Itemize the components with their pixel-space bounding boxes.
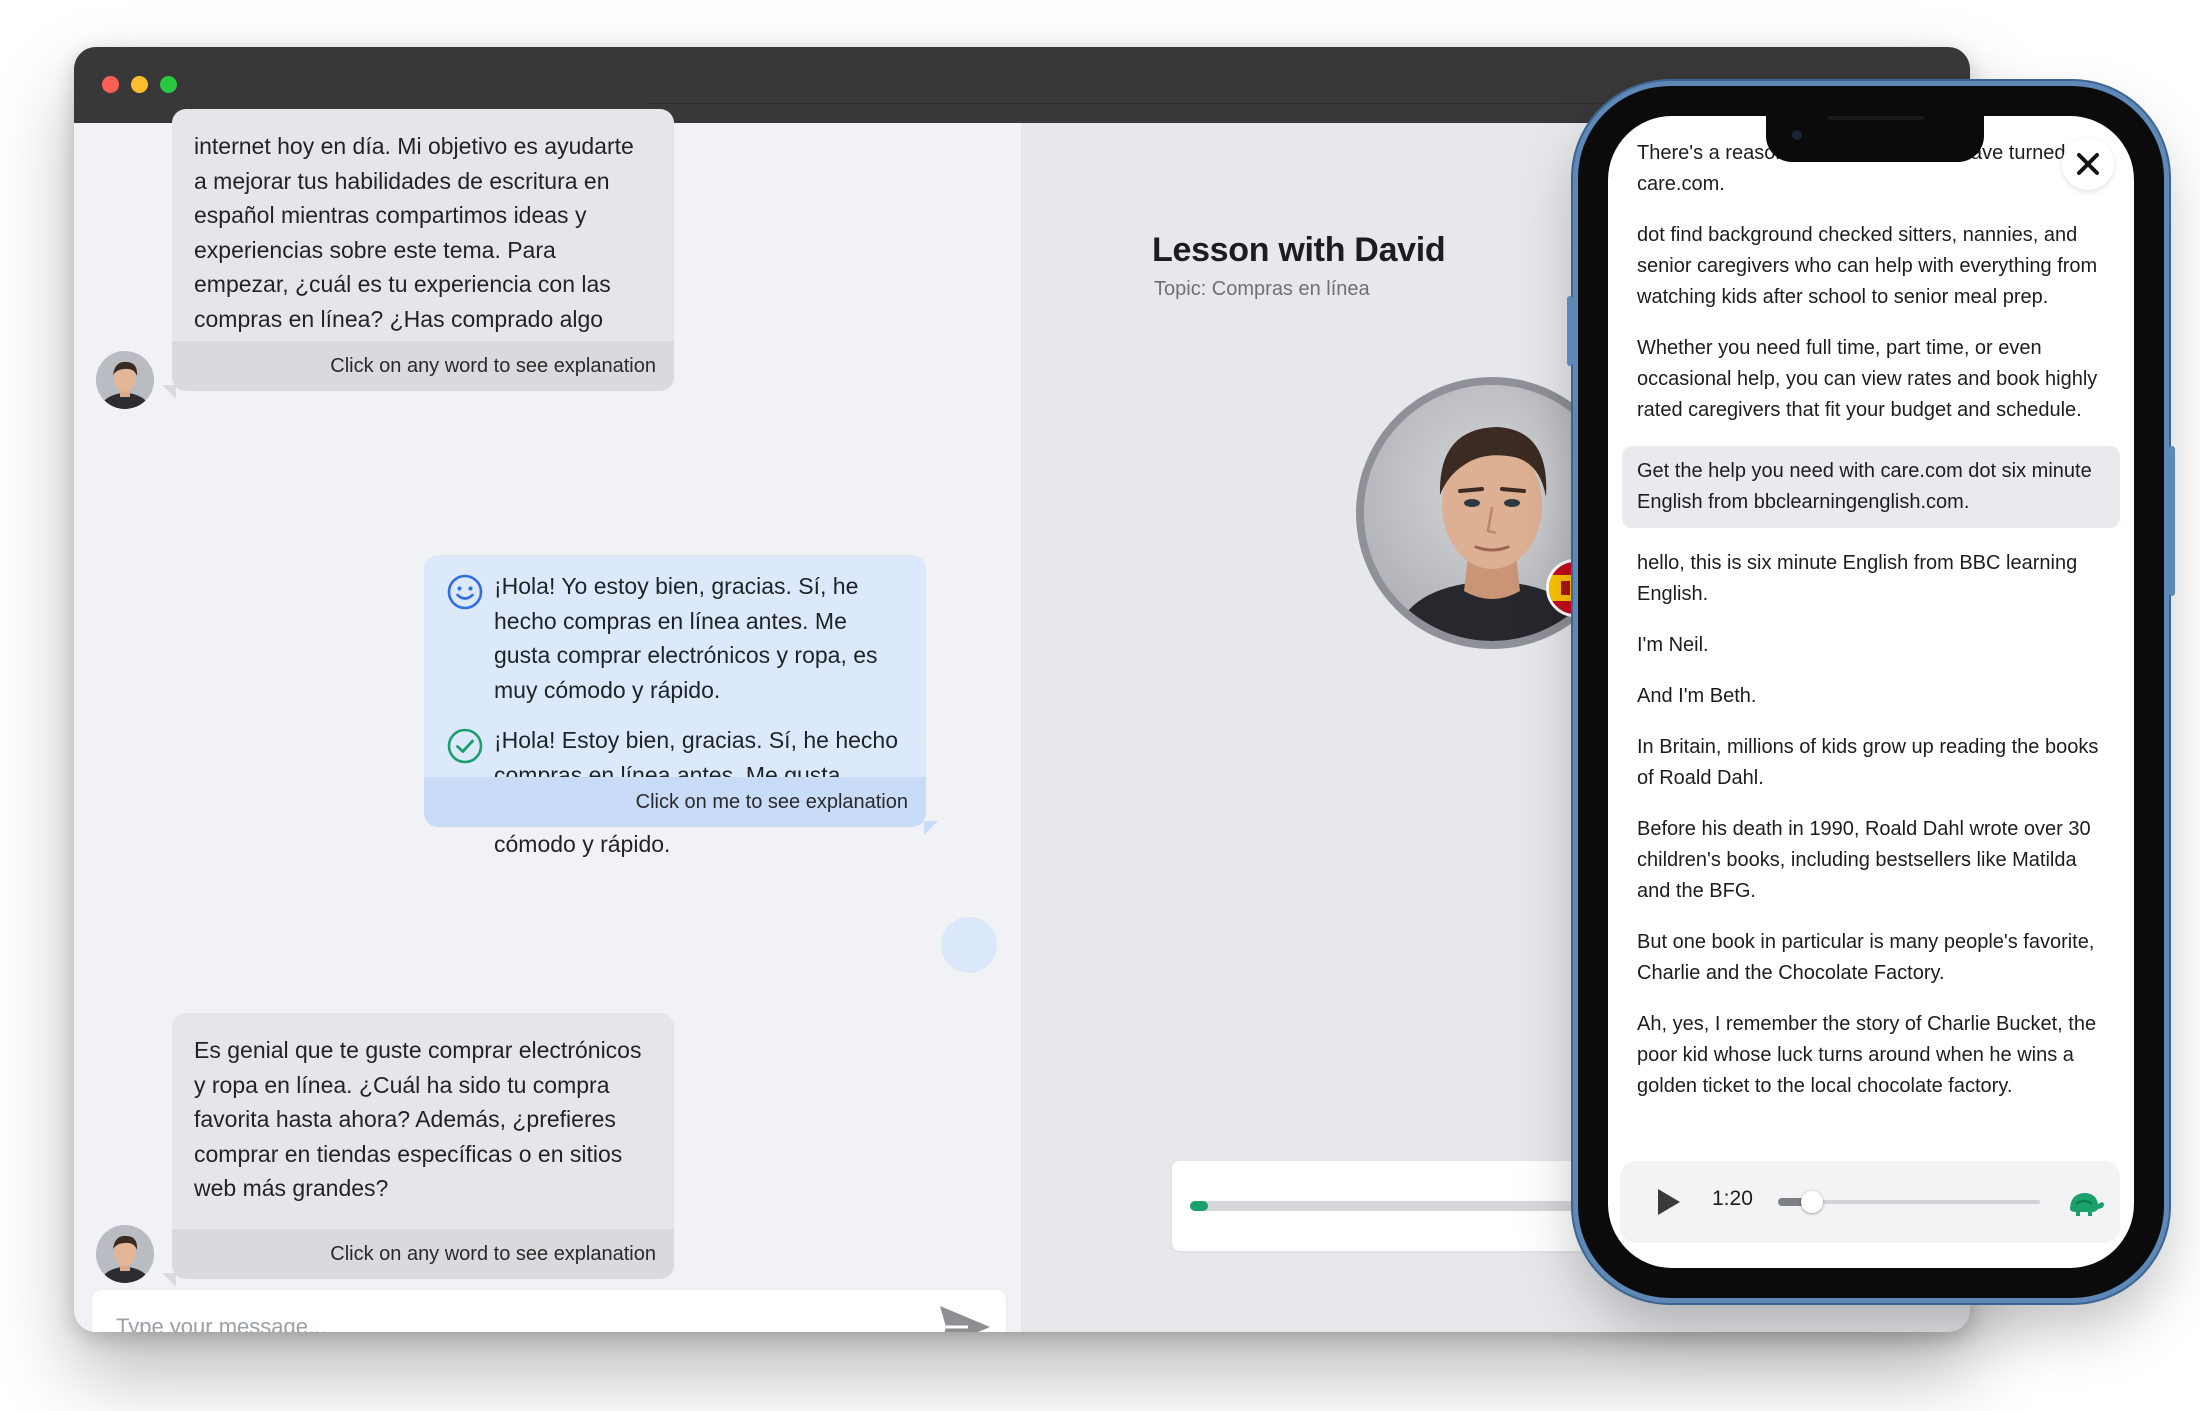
tutor-avatar: [96, 1225, 154, 1283]
word-explanation-hint[interactable]: Click on any word to see explanation: [172, 341, 674, 391]
transcript-fade: [1608, 1107, 2134, 1133]
transcript-segment[interactable]: Before his death in 1990, Roald Dahl wro…: [1608, 814, 2134, 907]
play-icon[interactable]: [1648, 1183, 1686, 1221]
phone-screen: There's a reason millions of families ha…: [1608, 116, 2134, 1268]
check-circle-icon: [447, 728, 483, 764]
transcript-segment[interactable]: dot find background checked sitters, nan…: [1608, 220, 2134, 313]
transcript-list[interactable]: There's a reason millions of families ha…: [1608, 116, 2134, 1133]
transcript-segment[interactable]: Whether you need full time, part time, o…: [1608, 333, 2134, 426]
window-zoom-button[interactable]: [160, 76, 177, 93]
close-button[interactable]: [2062, 138, 2114, 190]
audio-player: 1:20: [1620, 1161, 2120, 1243]
smiley-icon: [447, 574, 483, 610]
word-explanation-hint[interactable]: Click on any word to see explanation: [172, 1229, 674, 1279]
playback-slider[interactable]: [1778, 1191, 2040, 1213]
message-text[interactable]: internet hoy en día. Mi objetivo es ayud…: [172, 109, 674, 371]
phone-frame: There's a reason millions of families ha…: [1567, 86, 2175, 1298]
lesson-title: Lesson with David: [1152, 231, 1446, 269]
transcript-segment[interactable]: I'm Neil.: [1608, 630, 2134, 661]
message-text[interactable]: Es genial que te guste comprar electróni…: [172, 1013, 674, 1206]
phone-notch: [1766, 116, 1984, 162]
transcript-segment[interactable]: But one book in particular is many peopl…: [1608, 927, 2134, 989]
chat-pane: internet hoy en día. Mi objetivo es ayud…: [74, 109, 1022, 1332]
playback-time: 1:20: [1712, 1187, 1753, 1210]
original-sentence[interactable]: ¡Hola! Yo estoy bien, gracias. Sí, he he…: [494, 569, 904, 707]
user-avatar-placeholder: [941, 917, 997, 973]
transcript-segment-active[interactable]: Get the help you need with care.com dot …: [1622, 446, 2120, 528]
lesson-progress-fill: [1190, 1201, 1208, 1211]
transcript-segment[interactable]: Ah, yes, I remember the story of Charlie…: [1608, 1009, 2134, 1102]
original-sentence-row: ¡Hola! Yo estoy bien, gracias. Sí, he he…: [424, 555, 926, 707]
window-minimize-button[interactable]: [131, 76, 148, 93]
playback-slider-thumb[interactable]: [1801, 1191, 1824, 1213]
tutor-avatar: [96, 351, 154, 409]
explanation-hint[interactable]: Click on me to see explanation: [424, 777, 926, 827]
message-composer: [92, 1290, 1006, 1332]
lesson-topic: Topic: Compras en línea: [1154, 278, 1370, 300]
close-icon: [2077, 153, 2099, 175]
tutor-message[interactable]: internet hoy en día. Mi objetivo es ayud…: [162, 109, 674, 399]
transcript-segment[interactable]: In Britain, millions of kids grow up rea…: [1608, 732, 2134, 794]
message-input[interactable]: [114, 1306, 898, 1332]
transcript-segment[interactable]: hello, this is six minute English from B…: [1608, 548, 2134, 610]
user-message[interactable]: ¡Hola! Yo estoy bien, gracias. Sí, he he…: [424, 555, 938, 857]
window-close-button[interactable]: [102, 76, 119, 93]
transcript-segment[interactable]: And I'm Beth.: [1608, 681, 2134, 712]
turtle-speed-icon[interactable]: [2062, 1180, 2106, 1224]
send-icon[interactable]: [936, 1302, 992, 1332]
tutor-message[interactable]: Es genial que te guste comprar electróni…: [162, 1013, 674, 1287]
